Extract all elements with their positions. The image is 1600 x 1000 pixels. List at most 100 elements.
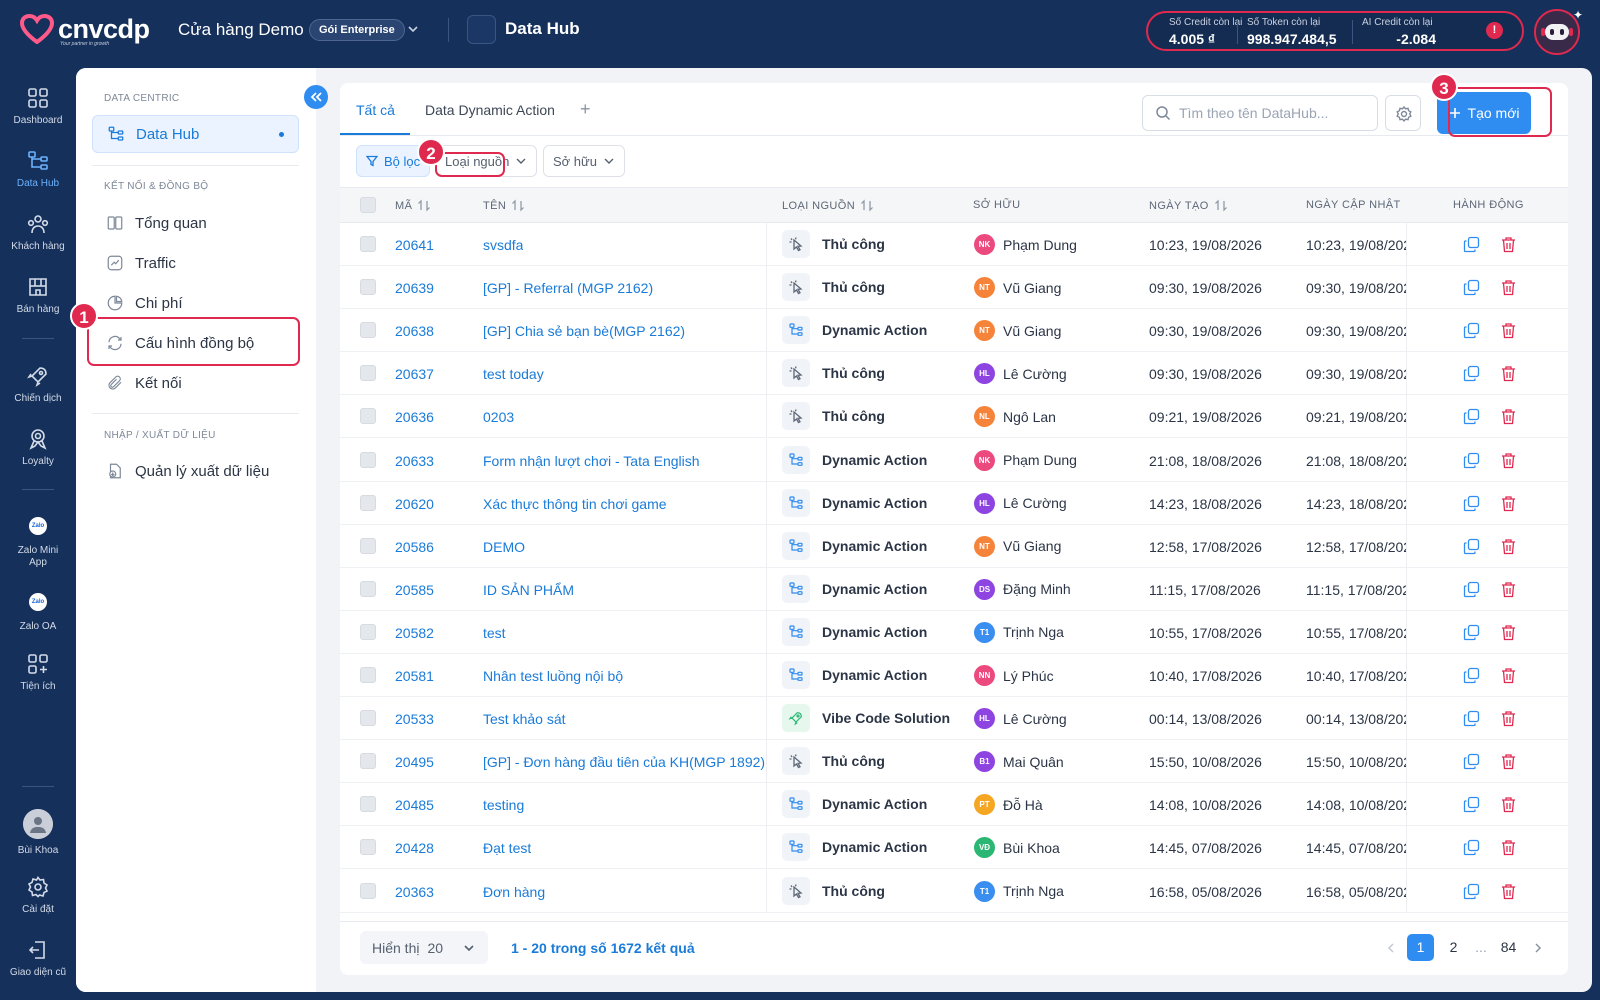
copy-icon[interactable]	[1463, 495, 1480, 512]
row-name-link[interactable]: Đạt test	[483, 840, 531, 856]
copy-icon[interactable]	[1463, 839, 1480, 856]
trash-icon[interactable]	[1500, 452, 1517, 469]
row-name-link[interactable]: [GP] - Đơn hàng đầu tiên của KH(MGP 1892…	[483, 754, 765, 770]
row-name-link[interactable]: Đơn hàng	[483, 884, 545, 900]
row-id-link[interactable]: 20639	[395, 280, 434, 296]
table-row[interactable]: 20633 Form nhận lượt chơi - Tata English D…	[340, 438, 1568, 482]
row-id-link[interactable]: 20582	[395, 625, 434, 641]
trash-icon[interactable]	[1500, 753, 1517, 770]
row-name-link[interactable]: DEMO	[483, 539, 525, 555]
trash-icon[interactable]	[1500, 581, 1517, 598]
add-tab-button[interactable]: +	[580, 99, 591, 120]
nav-customers[interactable]: Khách hàng	[0, 212, 76, 253]
row-id-link[interactable]: 20633	[395, 453, 434, 469]
row-name-link[interactable]: 0203	[483, 409, 514, 425]
row-id-link[interactable]: 20533	[395, 711, 434, 727]
trash-icon[interactable]	[1500, 408, 1517, 425]
row-name-link[interactable]: svsdfa	[483, 237, 523, 253]
copy-icon[interactable]	[1463, 279, 1480, 296]
row-id-link[interactable]: 20636	[395, 409, 434, 425]
nav-settings[interactable]: Cài đặt	[0, 875, 76, 916]
tab-dynamic-action[interactable]: Data Dynamic Action	[425, 102, 555, 118]
row-checkbox[interactable]	[360, 710, 376, 727]
row-checkbox[interactable]	[360, 408, 376, 425]
nav-campaigns[interactable]: Chiến dịch	[0, 364, 76, 405]
row-id-link[interactable]: 20586	[395, 539, 434, 555]
brand-logo[interactable]: cnvcdp Your partner in growth	[20, 14, 150, 47]
nav-dashboard[interactable]: Dashboard	[0, 86, 76, 127]
column-header-name[interactable]: TÊN	[483, 199, 525, 212]
row-name-link[interactable]: Form nhận lượt chơi - Tata English	[483, 453, 700, 469]
table-row[interactable]: 20637 test today Thủ công HL Lê Cường 09:30, …	[340, 352, 1568, 396]
table-row[interactable]: 20585 ID SẢN PHẨM Dynamic Action DS Đặng Min…	[340, 567, 1568, 611]
row-checkbox[interactable]	[360, 796, 376, 813]
row-name-link[interactable]: test	[483, 625, 506, 641]
trash-icon[interactable]	[1500, 710, 1517, 727]
row-name-link[interactable]: Xác thực thông tin chơi game	[483, 496, 667, 512]
row-id-link[interactable]: 20641	[395, 237, 434, 253]
table-row[interactable]: 20533 Test khảo sát Vibe Code Solution HL Lê…	[340, 697, 1568, 741]
trash-icon[interactable]	[1500, 624, 1517, 641]
column-header-created[interactable]: NGÀY TẠO	[1149, 199, 1228, 212]
copy-icon[interactable]	[1463, 365, 1480, 382]
sidebar-item-connect[interactable]: Kết nối	[92, 364, 299, 402]
table-row[interactable]: 20636 0203 Thủ công NL Ngô Lan 09:21, 19/08/2…	[340, 395, 1568, 439]
trash-icon[interactable]	[1500, 796, 1517, 813]
row-checkbox[interactable]	[360, 623, 376, 640]
trash-icon[interactable]	[1500, 883, 1517, 900]
table-row[interactable]: 20638 [GP] Chia sẻ bạn bè(MGP 2162) Dynami…	[340, 309, 1568, 353]
trash-icon[interactable]	[1500, 538, 1517, 555]
page-button-2[interactable]: 2	[1440, 934, 1467, 961]
trash-icon[interactable]	[1500, 839, 1517, 856]
trash-icon[interactable]	[1500, 495, 1517, 512]
row-checkbox[interactable]	[360, 537, 376, 554]
copy-icon[interactable]	[1463, 753, 1480, 770]
chevron-right-icon[interactable]	[1528, 938, 1548, 958]
row-name-link[interactable]: [GP] - Referral (MGP 2162)	[483, 280, 653, 296]
trash-icon[interactable]	[1500, 279, 1517, 296]
copy-icon[interactable]	[1463, 796, 1480, 813]
row-id-link[interactable]: 20363	[395, 884, 434, 900]
credit-panel[interactable]: Số Credit còn lại 4.005 ₫ Số Token còn l…	[1146, 11, 1524, 51]
search-input[interactable]	[1179, 105, 1369, 121]
copy-icon[interactable]	[1463, 883, 1480, 900]
nav-zalo-oa[interactable]: Zalo Zalo OA	[0, 593, 76, 633]
table-row[interactable]: 20641 svsdfa Thủ công NK Phạm Dung 10:23, 19/…	[340, 223, 1568, 266]
chevron-down-icon[interactable]	[406, 22, 420, 36]
nav-old-ui[interactable]: Giao diện cũ	[0, 938, 76, 979]
column-header-id[interactable]: MÃ	[395, 199, 431, 212]
row-checkbox[interactable]	[360, 322, 376, 339]
row-name-link[interactable]: Test khảo sát	[483, 711, 566, 727]
row-checkbox[interactable]	[360, 882, 376, 899]
row-checkbox[interactable]	[360, 279, 376, 296]
row-name-link[interactable]: test today	[483, 366, 544, 382]
row-id-link[interactable]: 20581	[395, 668, 434, 684]
search-box[interactable]	[1142, 95, 1378, 131]
collapse-sidebar-button[interactable]	[304, 85, 328, 109]
tab-all[interactable]: Tất cả	[356, 102, 395, 118]
row-id-link[interactable]: 20585	[395, 582, 434, 598]
row-id-link[interactable]: 20485	[395, 797, 434, 813]
row-name-link[interactable]: [GP] Chia sẻ bạn bè(MGP 2162)	[483, 323, 685, 339]
row-id-link[interactable]: 20495	[395, 754, 434, 770]
table-settings-button[interactable]	[1385, 95, 1421, 131]
copy-icon[interactable]	[1463, 236, 1480, 253]
table-row[interactable]: 20363 Đơn hàng Thủ công T1 Trịnh Nga 16:58, 0…	[340, 869, 1568, 913]
copy-icon[interactable]	[1463, 408, 1480, 425]
nav-loyalty[interactable]: Loyalty	[0, 427, 76, 468]
table-row[interactable]: 20620 Xác thực thông tin chơi game Dynamic…	[340, 481, 1568, 525]
store-name[interactable]: Cửa hàng Demo	[178, 20, 304, 40]
info-icon[interactable]: !	[1486, 22, 1503, 39]
table-row[interactable]: 20586 DEMO Dynamic Action NT Vũ Giang 12:58, …	[340, 524, 1568, 568]
row-checkbox[interactable]	[360, 667, 376, 683]
row-checkbox[interactable]	[360, 494, 376, 511]
copy-icon[interactable]	[1463, 581, 1480, 598]
row-checkbox[interactable]	[360, 365, 376, 382]
row-id-link[interactable]: 20637	[395, 366, 434, 382]
nav-zalo-mini-app[interactable]: Zalo Zalo Mini App	[0, 517, 76, 569]
chevron-left-icon[interactable]	[1381, 938, 1401, 958]
row-name-link[interactable]: testing	[483, 797, 524, 813]
nav-utilities[interactable]: Tiện ích	[0, 652, 76, 693]
page-size-select[interactable]: Hiển thị 20	[360, 931, 488, 964]
row-checkbox[interactable]	[360, 236, 376, 252]
